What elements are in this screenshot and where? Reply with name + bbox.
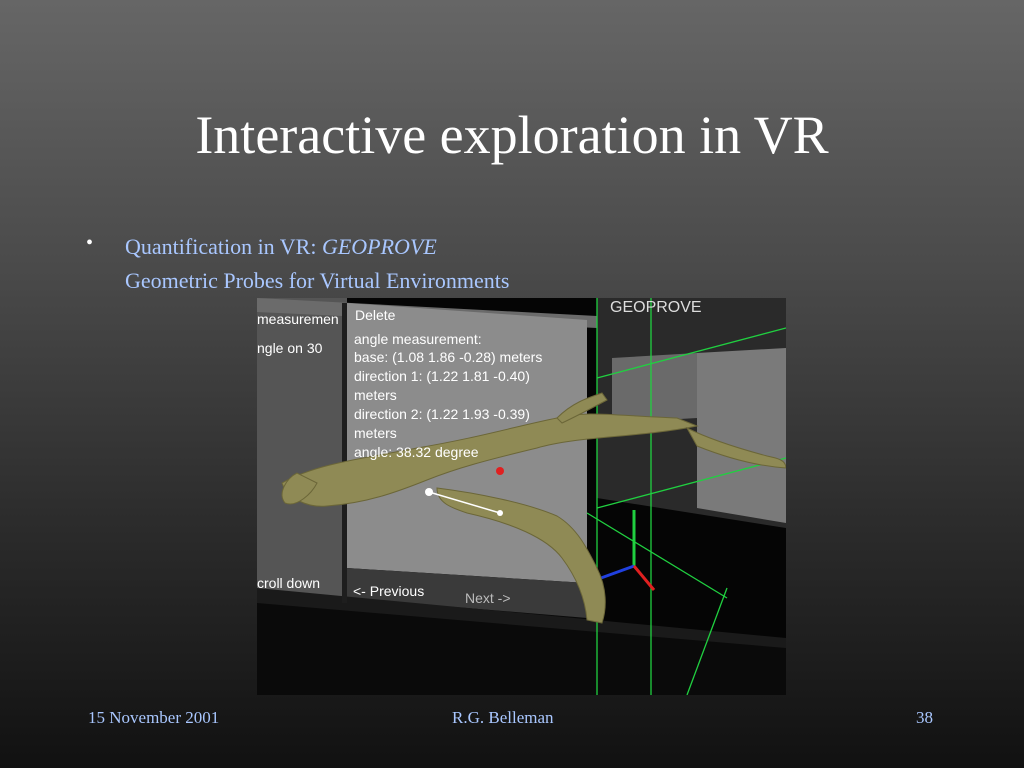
slide-title: Interactive exploration in VR (195, 105, 829, 165)
footer-date: 15 November 2001 (88, 708, 220, 727)
vr-scene: measuremen ngle on 30 croll down Delete … (257, 298, 786, 695)
info-line: angle: 38.32 degree (354, 444, 479, 460)
geoprove-label: GEOPROVE (610, 299, 702, 316)
left-panel-angle: ngle on 30 (257, 340, 323, 356)
geoprove-emphasis: GEOPROVE (321, 234, 437, 259)
footer-page-number: 38 (916, 708, 933, 727)
bullet-text: Quantification in VR: GEOPROVE Geometric… (125, 230, 509, 298)
next-button[interactable]: Next -> (465, 590, 511, 606)
footer-author: R.G. Belleman (452, 708, 554, 727)
bullet-line-1: Quantification in VR: GEOPROVE (125, 230, 509, 264)
vr-screenshot: measuremen ngle on 30 croll down Delete … (257, 298, 786, 695)
bullet-line-2: Geometric Probes for Virtual Environment… (125, 268, 510, 293)
info-line: direction 2: (1.22 1.93 -0.39) (354, 406, 530, 422)
info-line: direction 1: (1.22 1.81 -0.40) (354, 368, 530, 384)
bullet-symbol: • (86, 232, 94, 254)
delete-button[interactable]: Delete (355, 307, 396, 323)
info-line: meters (354, 387, 397, 403)
info-line: meters (354, 425, 397, 441)
left-panel-scroll: croll down (257, 575, 320, 591)
left-panel-label: measuremen (257, 311, 339, 327)
bullet-line-1-prefix: Quantification in VR: (125, 234, 322, 259)
previous-button[interactable]: <- Previous (353, 583, 424, 599)
info-line: angle measurement: (354, 331, 482, 347)
info-line: base: (1.08 1.86 -0.28) meters (354, 349, 542, 365)
